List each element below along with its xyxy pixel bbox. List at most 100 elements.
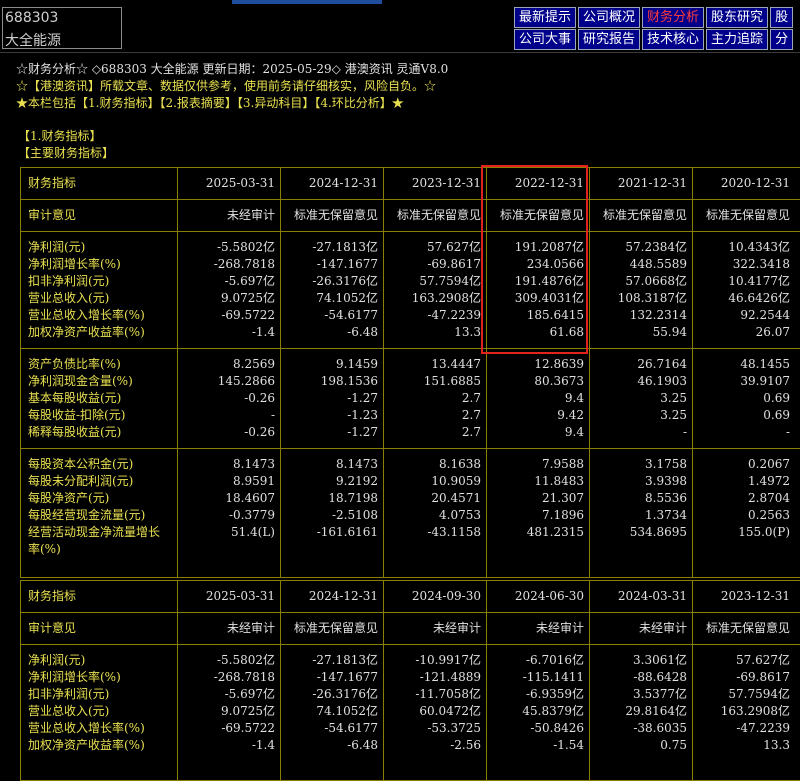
table-row: 净利润增长率(%) -268.7818 -147.1677 -69.8617 234.0… <box>20 256 800 273</box>
nav-shareholder-research[interactable]: 股东研究 <box>706 7 769 28</box>
cell-value: 标准无保留意见 <box>293 621 378 635</box>
table-divider <box>20 231 800 232</box>
cell-value: 13.3 <box>454 325 481 339</box>
cell-value: -50.8426 <box>530 721 584 735</box>
table-row: 审计意见 未经审计 标准无保留意见 未经审计 未经审计 未经审计 标准无保留意见 <box>20 620 800 637</box>
cell-value: -69.5722 <box>221 308 275 322</box>
nav-research-reports[interactable]: 研究报告 <box>578 29 641 50</box>
cell-value: 10.4177亿 <box>728 274 790 288</box>
cell-value: 322.3418 <box>732 257 790 271</box>
cell-value: 198.1536 <box>320 374 378 388</box>
cell-value: -1.54 <box>553 738 584 752</box>
row-label: 基本每股收益(元) <box>28 391 122 405</box>
cell-value: 未经审计 <box>226 621 275 635</box>
cell-value: 0.75 <box>660 738 687 752</box>
cell-value: 57.2384亿 <box>625 240 687 254</box>
row-label: 扣非净利润(元) <box>28 687 110 701</box>
cell-value: 18.4607 <box>225 491 275 505</box>
nav-company-events[interactable]: 公司大事 <box>514 29 577 50</box>
header-date: 2020-12-31 <box>720 176 790 190</box>
nav-company-profile[interactable]: 公司概况 <box>578 7 641 28</box>
header-label: 财务指标 <box>28 176 77 190</box>
cell-value: 29.8164亿 <box>625 704 687 718</box>
table-divider <box>20 348 800 349</box>
table-row: 每股净资产(元) 18.4607 18.7198 20.4571 21.307 8.553… <box>20 490 800 507</box>
stock-code-box[interactable]: 688303 大全能源 <box>2 7 122 49</box>
cell-value: 57.627亿 <box>427 240 481 254</box>
table-row: 加权净资产收益率(%) -1.4 -6.48 -2.56 -1.54 0.75 13.3 <box>20 737 800 754</box>
cell-value: 0.2563 <box>748 508 790 522</box>
row-label: 营业总收入增长率(%) <box>28 308 145 322</box>
nav-more-1[interactable]: 股 <box>770 7 794 28</box>
cell-value: -1.27 <box>347 425 378 439</box>
table-column-line <box>589 167 590 577</box>
cell-value: 未经审计 <box>226 208 275 222</box>
table-column-line <box>486 580 487 780</box>
row-label: 经营活动现金净流量增长 <box>28 525 161 539</box>
cell-value: -6.48 <box>347 738 378 752</box>
cell-value: -27.1813亿 <box>312 653 378 667</box>
table-row: 基本每股收益(元) -0.26 -1.27 2.7 9.4 3.25 0.69 <box>20 390 800 407</box>
table-header-row: 财务指标 2025-03-31 2024-12-31 2024-09-30 2024-0… <box>20 588 800 605</box>
table-column-line <box>383 167 384 577</box>
cell-value: 3.1758 <box>645 457 687 471</box>
row-label: 每股经营现金流量(元) <box>28 508 146 522</box>
cell-value: 2.7 <box>461 425 481 439</box>
nav-financial-analysis[interactable]: 财务分析 <box>642 7 705 28</box>
cell-value: 448.5589 <box>629 257 687 271</box>
cell-value: 151.6885 <box>423 374 481 388</box>
row-label: 净利润(元) <box>28 240 86 254</box>
nav-latest-tips[interactable]: 最新提示 <box>514 7 577 28</box>
cell-value: 3.3061亿 <box>633 653 687 667</box>
table-column-line <box>692 167 693 577</box>
nav-tech-core[interactable]: 技术核心 <box>642 29 705 50</box>
row-label: 净利润(元) <box>28 653 86 667</box>
table-row: 扣非净利润(元) -5.697亿 -26.3176亿 57.7594亿 191.4876… <box>20 273 800 290</box>
cell-value: 未经审计 <box>535 621 584 635</box>
row-label: 资产负债比率(%) <box>28 357 121 371</box>
cell-value: -5.697亿 <box>224 274 275 288</box>
table-divider <box>20 448 800 449</box>
table-column-line <box>692 580 693 780</box>
cell-value: -6.7016亿 <box>525 653 584 667</box>
cell-value: 46.1903 <box>637 374 687 388</box>
cell-value: 7.1896 <box>542 508 584 522</box>
cell-value: -5.5802亿 <box>216 240 275 254</box>
cell-value: -54.6177 <box>324 721 378 735</box>
cell-value: -69.8617 <box>427 257 481 271</box>
cell-value: 9.42 <box>557 408 584 422</box>
cell-value: 481.2315 <box>526 525 584 539</box>
cell-value: 4.0753 <box>439 508 481 522</box>
table-column-line <box>177 167 178 577</box>
table-row: 营业总收入(元) 9.0725亿 74.1052亿 163.2908亿 309.4031… <box>20 290 800 307</box>
cell-value: 8.1473 <box>233 457 275 471</box>
nav-more-2[interactable]: 分 <box>770 29 794 50</box>
cell-value: -147.1677 <box>316 670 378 684</box>
cell-value: 57.7594亿 <box>728 687 790 701</box>
cell-value: 45.8379亿 <box>522 704 584 718</box>
cell-value: -26.3176亿 <box>312 274 378 288</box>
row-label: 加权净资产收益率(%) <box>28 738 145 752</box>
cell-value: -2.56 <box>450 738 481 752</box>
cell-value: -47.2239 <box>736 721 790 735</box>
cell-value: 3.9398 <box>645 474 687 488</box>
cell-value <box>175 541 275 558</box>
nav-main-force-tracking[interactable]: 主力追踪 <box>706 29 769 50</box>
cell-value <box>484 541 584 558</box>
table-row: 营业总收入增长率(%) -69.5722 -54.6177 -53.3725 -50.8… <box>20 720 800 737</box>
cell-value: -147.1677 <box>316 257 378 271</box>
table-row: 资产负债比率(%) 8.2569 9.1459 13.4447 12.8639 26.71… <box>20 356 800 373</box>
table-row: 扣非净利润(元) -5.697亿 -26.3176亿 -11.7058亿 -6.9359… <box>20 686 800 703</box>
cell-value: 51.4(L) <box>230 525 275 539</box>
cell-value: 132.2314 <box>629 308 687 322</box>
cell-value: 163.2908亿 <box>411 291 481 305</box>
cell-value: 标准无保留意见 <box>602 208 687 222</box>
cell-value: -47.2239 <box>427 308 481 322</box>
cell-value: 13.4447 <box>431 357 481 371</box>
row-label: 率(%) <box>28 542 61 556</box>
cell-value: - <box>270 408 275 422</box>
cell-value: 未经审计 <box>638 621 687 635</box>
table-row: 稀释每股收益(元) -0.26 -1.27 2.7 9.4 - - <box>20 424 800 441</box>
stock-code: 688303 <box>5 10 59 26</box>
cell-value: -1.23 <box>347 408 378 422</box>
